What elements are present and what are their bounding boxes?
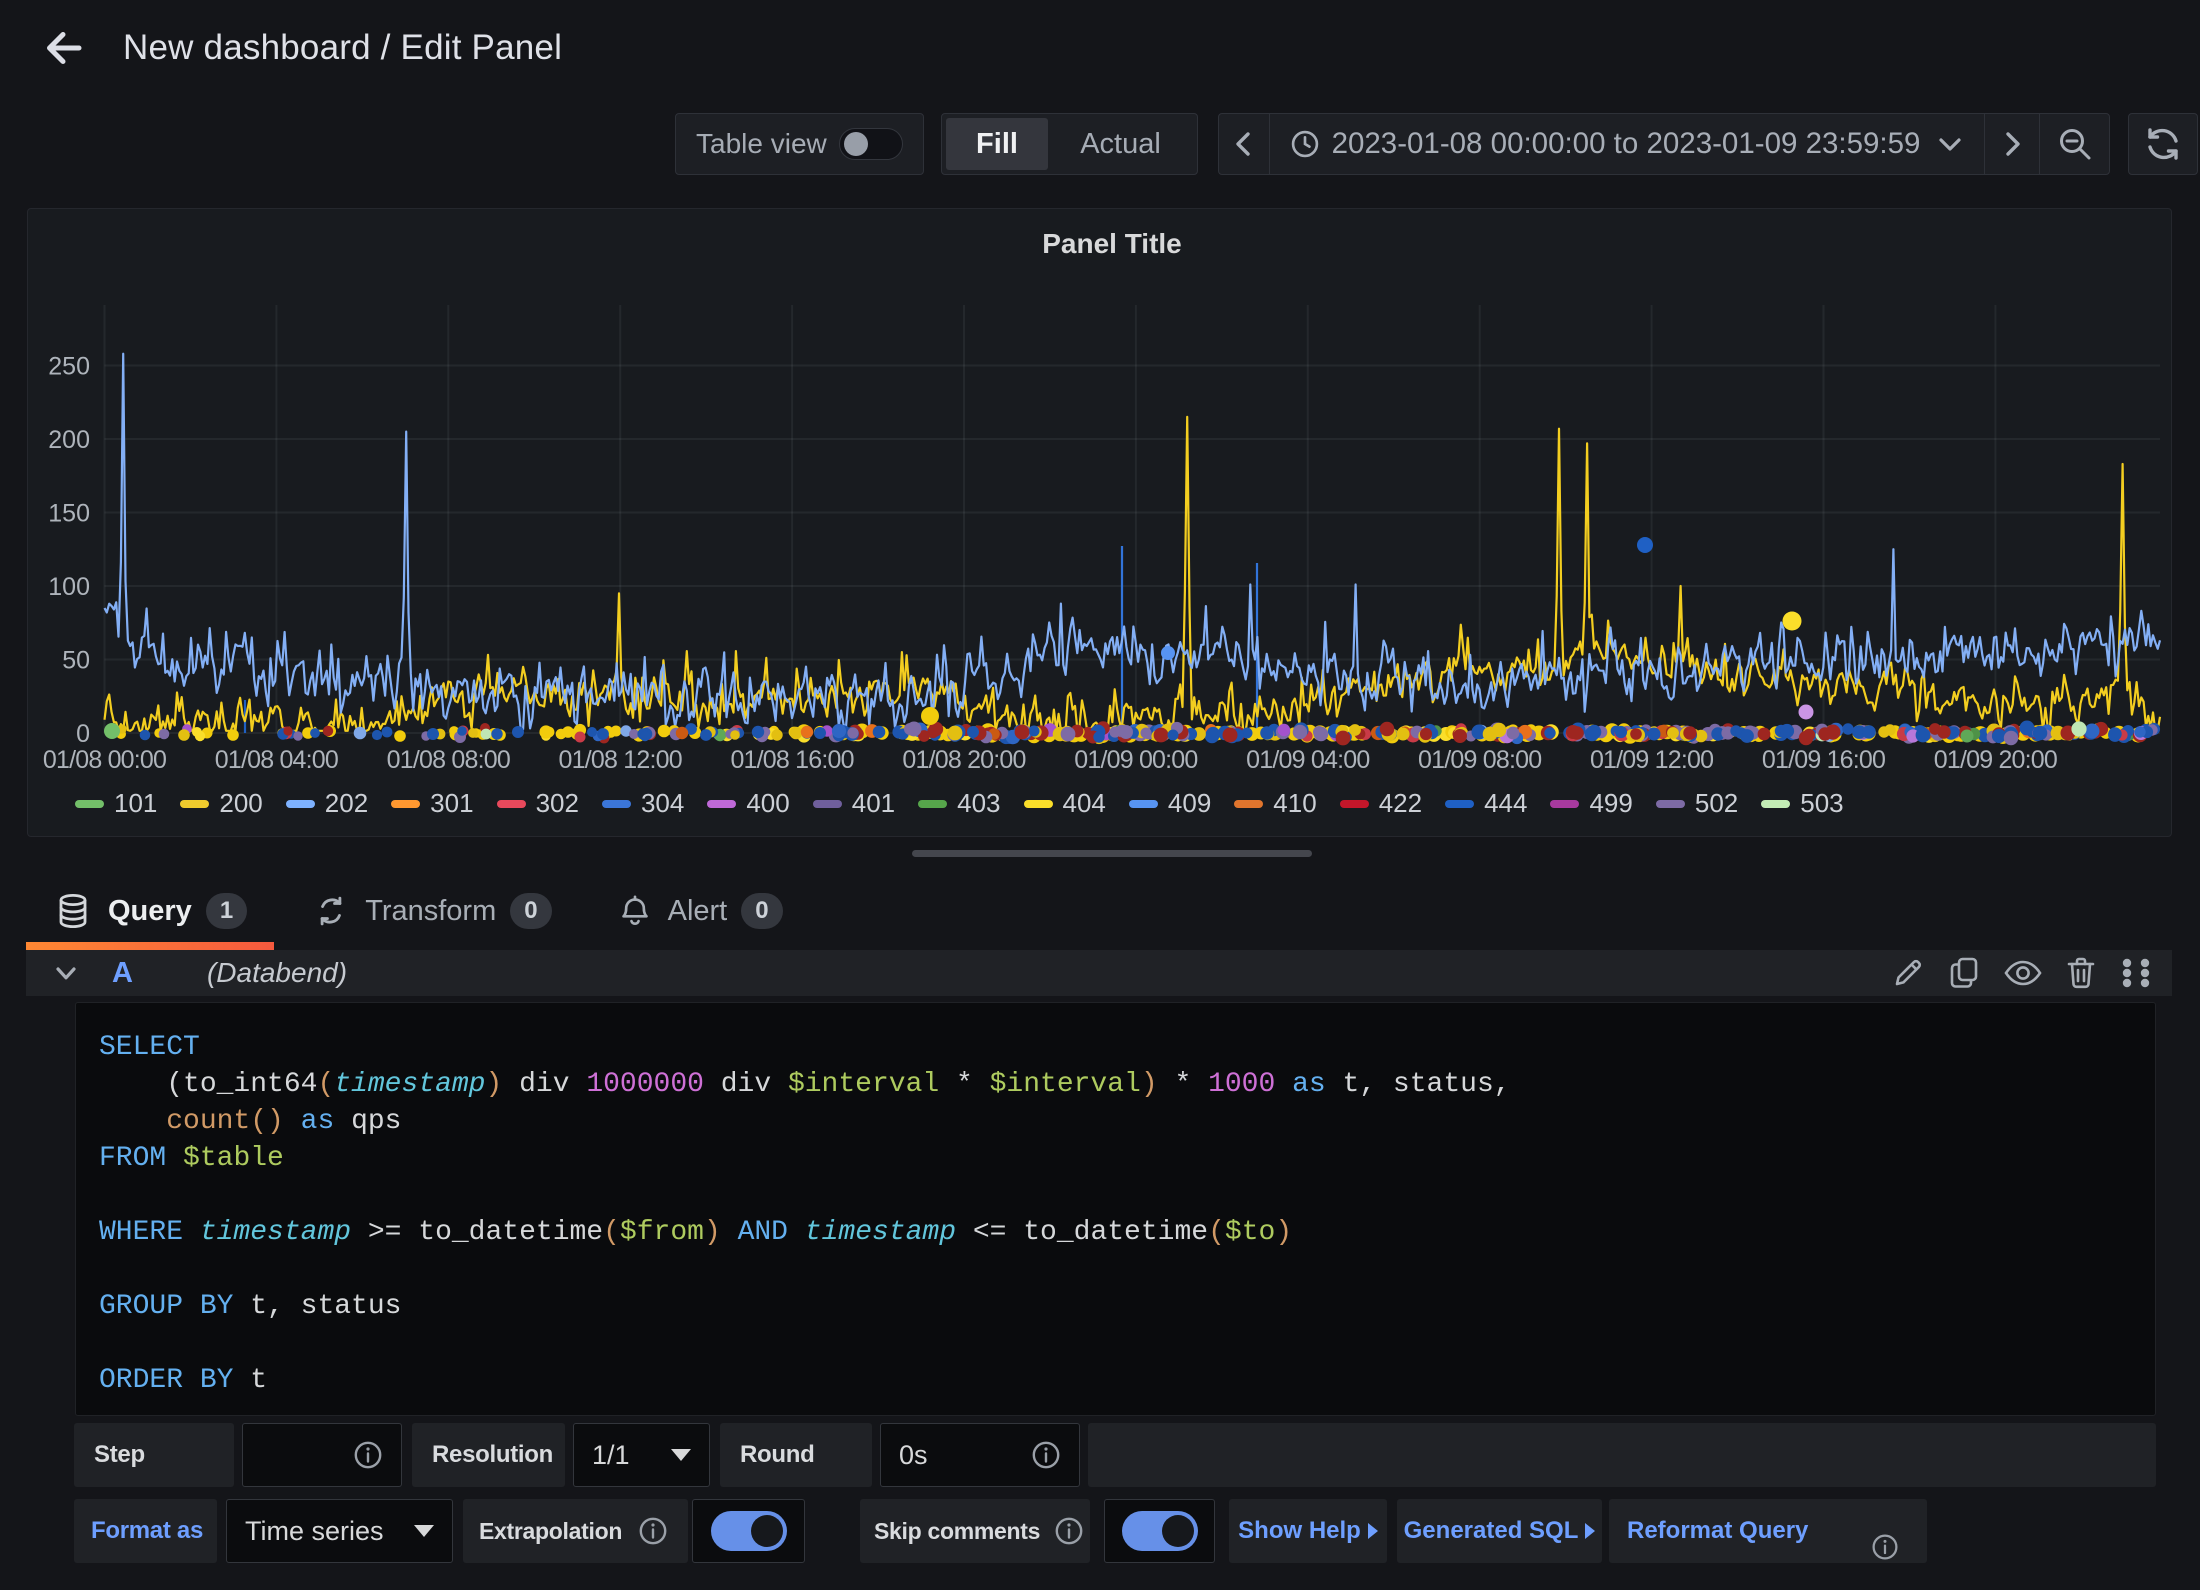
svg-text:200: 200 xyxy=(48,426,90,454)
svg-text:01/09 20:00: 01/09 20:00 xyxy=(1934,746,2057,774)
svg-text:01/09 00:00: 01/09 00:00 xyxy=(1074,746,1197,774)
svg-text:01/08 08:00: 01/08 08:00 xyxy=(387,746,510,774)
svg-text:01/08 04:00: 01/08 04:00 xyxy=(215,746,338,774)
svg-text:01/09 08:00: 01/09 08:00 xyxy=(1418,746,1541,774)
svg-text:0: 0 xyxy=(76,720,90,748)
svg-text:01/09 12:00: 01/09 12:00 xyxy=(1590,746,1713,774)
svg-text:01/09 16:00: 01/09 16:00 xyxy=(1762,746,1885,774)
svg-text:250: 250 xyxy=(48,353,90,381)
svg-text:01/08 20:00: 01/08 20:00 xyxy=(902,746,1025,774)
svg-text:01/08 16:00: 01/08 16:00 xyxy=(730,746,853,774)
svg-text:01/08 00:00: 01/08 00:00 xyxy=(43,746,166,774)
svg-text:01/09 04:00: 01/09 04:00 xyxy=(1246,746,1369,774)
svg-text:01/08 12:00: 01/08 12:00 xyxy=(559,746,682,774)
svg-text:100: 100 xyxy=(48,573,90,601)
svg-text:50: 50 xyxy=(62,647,90,675)
svg-text:150: 150 xyxy=(48,500,90,528)
